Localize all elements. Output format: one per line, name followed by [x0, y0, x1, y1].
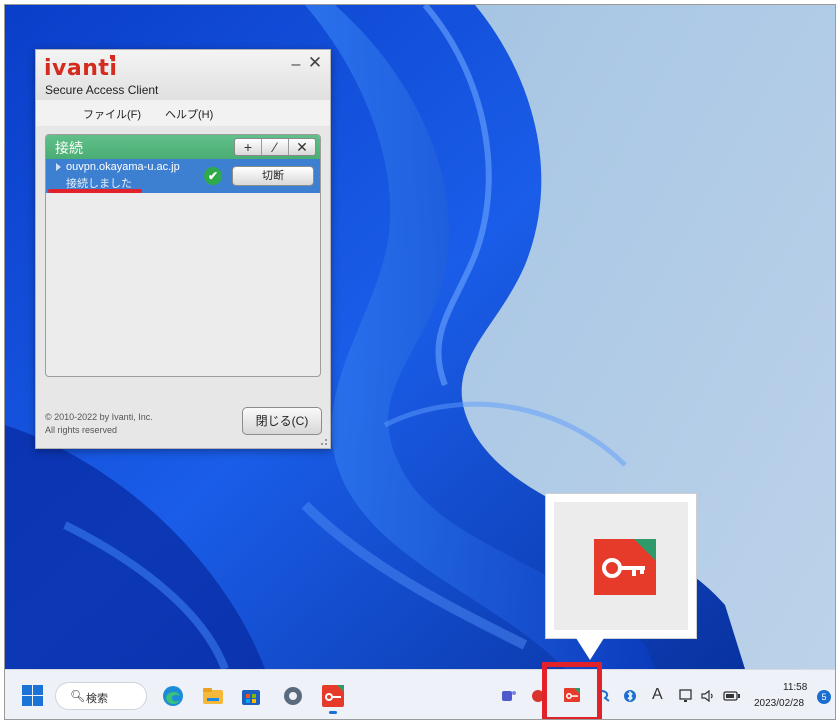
ivanti-taskbar-icon[interactable]: [321, 684, 345, 714]
ivanti-client-window: ivanti Secure Access Client – ✕ ファイル(F) …: [35, 49, 331, 449]
expand-arrow-icon[interactable]: [56, 163, 61, 171]
close-app-button[interactable]: 閉じる(C): [242, 407, 322, 435]
connection-row[interactable]: ouvpn.okayama-u.ac.jp 接続しました ✔ 切断: [46, 159, 320, 193]
ime-indicator[interactable]: A: [652, 686, 663, 704]
connection-toolbar: + ⁄ ✕: [234, 138, 316, 156]
add-connection-button[interactable]: +: [235, 139, 262, 155]
file-explorer-icon[interactable]: [201, 684, 225, 708]
delete-connection-button[interactable]: ✕: [289, 139, 315, 155]
bluetooth-icon[interactable]: [623, 688, 637, 707]
menu-file[interactable]: ファイル(F): [83, 106, 141, 122]
close-window-button[interactable]: ✕: [307, 54, 323, 72]
store-icon[interactable]: [239, 684, 263, 708]
app-subtitle: Secure Access Client: [45, 83, 159, 97]
search-label: 検索: [86, 693, 108, 705]
tray-icon-highlight-box: [542, 662, 602, 719]
taskbar: 🔍︎ 検索 A 11:58 2023/02/28 5: [5, 669, 835, 719]
copyright-notice: © 2010-2022 by Ivanti, Inc. All rights r…: [45, 411, 153, 437]
clock-date[interactable]: 2023/02/28: [754, 698, 804, 709]
windows-logo-tile: [22, 685, 32, 695]
active-app-indicator: [329, 711, 337, 714]
tray-icon-callout: [545, 493, 697, 639]
connections-panel: 接続 + ⁄ ✕ ouvpn.okayama-u.ac.jp 接続しました ✔ …: [45, 134, 321, 377]
connections-header: 接続 + ⁄ ✕: [46, 135, 320, 159]
callout-pointer: [576, 638, 604, 660]
notification-badge[interactable]: 5: [817, 690, 831, 704]
window-title-bar[interactable]: ivanti Secure Access Client – ✕: [36, 50, 330, 100]
menu-help[interactable]: ヘルプ(H): [165, 106, 213, 122]
connections-title: 接続: [55, 140, 83, 156]
windows-logo-tile: [33, 685, 43, 695]
windows-logo-tile: [22, 696, 32, 706]
edit-connection-button[interactable]: ⁄: [262, 139, 289, 155]
copyright-line-1: © 2010-2022 by Ivanti, Inc.: [45, 412, 153, 422]
clock-time[interactable]: 11:58: [783, 682, 807, 693]
menu-bar: ファイル(F) ヘルプ(H): [36, 100, 330, 126]
key-icon: [602, 558, 645, 578]
windows-logo-tile: [33, 696, 43, 706]
settings-gear-icon[interactable]: [281, 684, 305, 708]
copyright-line-2: All rights reserved: [45, 425, 118, 435]
ivanti-logo-accent: [110, 55, 115, 59]
taskbar-search[interactable]: 🔍︎ 検索: [55, 682, 147, 710]
connection-host: ouvpn.okayama-u.ac.jp: [66, 161, 180, 173]
callout-background: [554, 502, 688, 630]
disconnect-button[interactable]: 切断: [232, 166, 314, 186]
connected-check-icon: ✔: [204, 167, 222, 185]
status-highlight-underline: [48, 189, 142, 193]
ivanti-key-icon-enlarged: [594, 539, 656, 595]
edge-icon[interactable]: [161, 684, 185, 708]
ivanti-logo: ivanti: [44, 56, 118, 81]
resize-grip-icon[interactable]: [321, 439, 327, 445]
teams-tray-icon[interactable]: [501, 688, 517, 707]
search-icon: 🔍︎: [70, 689, 86, 703]
screenshot-frame: ivanti Secure Access Client – ✕ ファイル(F) …: [4, 4, 836, 720]
network-icon[interactable]: [679, 688, 695, 707]
start-button[interactable]: [21, 684, 45, 708]
minimize-button[interactable]: –: [289, 56, 303, 74]
volume-icon[interactable]: [700, 688, 716, 707]
battery-icon[interactable]: [723, 688, 741, 707]
